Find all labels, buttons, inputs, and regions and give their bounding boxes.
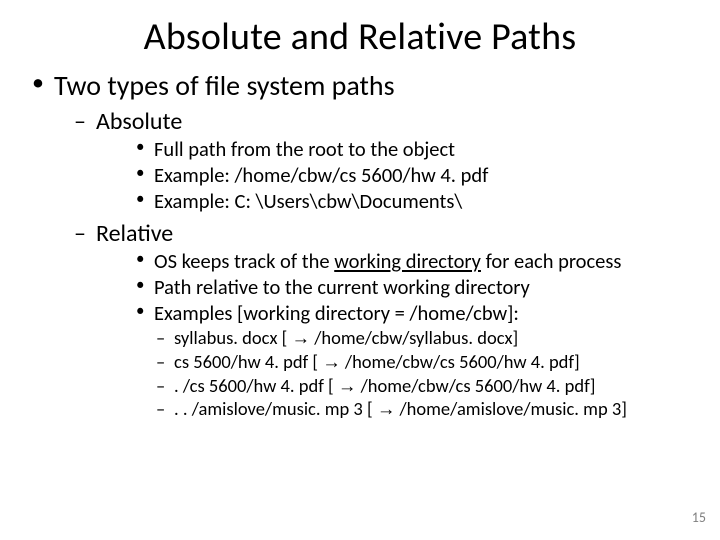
abs-p3: Example: C: \Users\cbw\Documents\ — [136, 188, 690, 214]
lvl1-text: Two types of file system paths — [54, 68, 395, 103]
rel-p1c: for each process — [481, 248, 621, 274]
arrow-icon: → — [338, 375, 357, 396]
arrow-icon: → — [377, 398, 396, 419]
rel-p1: OS keeps track of the working directory … — [136, 248, 690, 274]
bullet-list-lvl3-relative: OS keeps track of the working directory … — [96, 248, 690, 327]
slide-title: Absolute and Relative Paths — [30, 14, 690, 60]
rel-p3: Examples [working directory = /home/cbw]… — [136, 300, 690, 326]
lvl2-absolute: Absolute Full path from the root to the … — [74, 107, 690, 215]
rel-p1b: working directory — [334, 248, 481, 274]
rel-p2: Path relative to the current working dir… — [136, 274, 690, 300]
bullet-list-lvl2: Absolute Full path from the root to the … — [54, 107, 690, 421]
bullet-list-lvl4: syllabus. docx [ → /home/cbw/syllabus. d… — [96, 326, 690, 421]
ex4b: /home/amislove/music. mp 3] — [395, 397, 627, 420]
ex1: syllabus. docx [ → /home/cbw/syllabus. d… — [156, 326, 690, 350]
page-number: 15 — [692, 509, 706, 526]
ex1b: /home/cbw/syllabus. docx] — [310, 326, 518, 349]
ex4: . . /amislove/music. mp 3 [ → /home/amis… — [156, 397, 690, 421]
ex1a: syllabus. docx [ — [174, 326, 292, 349]
lvl2-relative: Relative OS keeps track of the working d… — [74, 219, 690, 421]
lvl2-absolute-text: Absolute — [96, 107, 182, 136]
lvl1-item: Two types of file system paths Absolute … — [30, 68, 690, 421]
ex3a: . /cs 5600/hw 4. pdf [ — [174, 374, 338, 397]
ex2b: /home/cbw/cs 5600/hw 4. pdf] — [341, 350, 580, 373]
arrow-icon: → — [322, 351, 341, 372]
ex3b: /home/cbw/cs 5600/hw 4. pdf] — [356, 374, 595, 397]
ex4a: . . /amislove/music. mp 3 [ — [174, 397, 377, 420]
slide: Absolute and Relative Paths Two types of… — [0, 0, 720, 540]
ex2a: cs 5600/hw 4. pdf [ — [174, 350, 322, 373]
abs-p2: Example: /home/cbw/cs 5600/hw 4. pdf — [136, 162, 690, 188]
bullet-list-lvl1: Two types of file system paths Absolute … — [30, 68, 690, 421]
bullet-list-lvl3-absolute: Full path from the root to the object Ex… — [96, 136, 690, 215]
lvl2-relative-text: Relative — [96, 219, 173, 248]
arrow-icon: → — [292, 327, 311, 348]
rel-p1a: OS keeps track of the — [154, 248, 334, 274]
ex2: cs 5600/hw 4. pdf [ → /home/cbw/cs 5600/… — [156, 350, 690, 374]
ex3: . /cs 5600/hw 4. pdf [ → /home/cbw/cs 56… — [156, 374, 690, 398]
abs-p1: Full path from the root to the object — [136, 136, 690, 162]
